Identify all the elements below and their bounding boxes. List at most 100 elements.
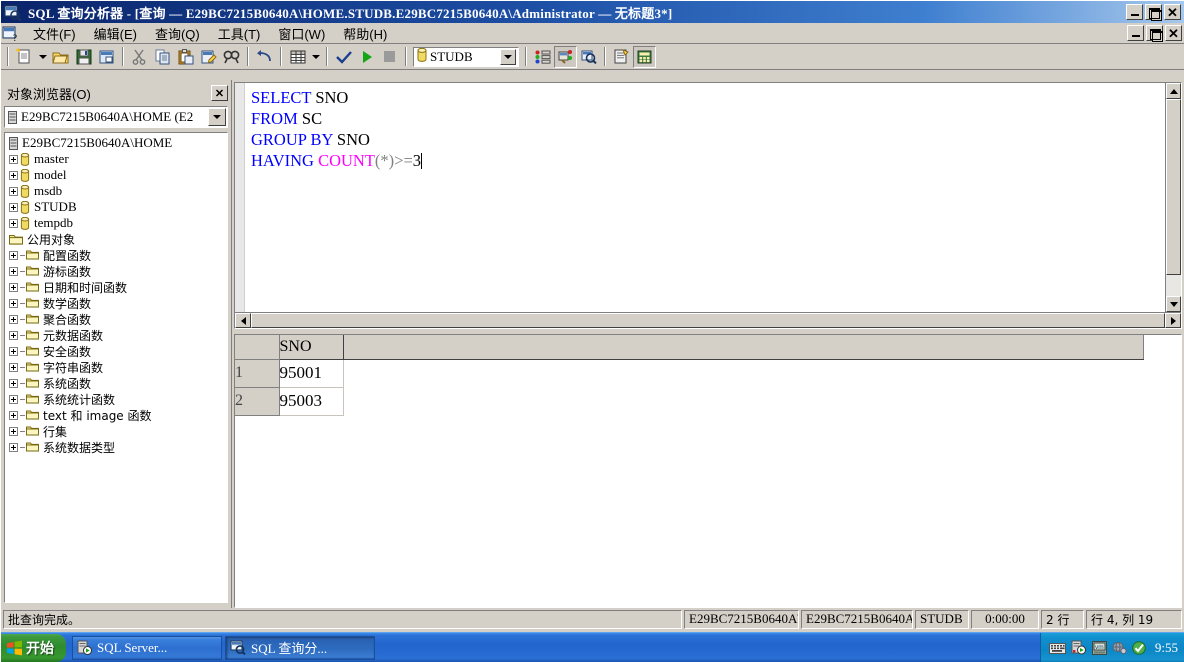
insert-template-icon[interactable]	[95, 46, 118, 68]
editor-horizontal-scrollbar[interactable]	[235, 312, 1181, 328]
close-button[interactable]: ✕	[1164, 4, 1181, 20]
database-combobox[interactable]: STUDB	[413, 46, 519, 67]
taskbar-item-sql-server[interactable]: SQL Server...	[72, 635, 222, 660]
tree-node-system-statistical-functions[interactable]: 系统统计函数	[7, 391, 227, 407]
tree-node-model[interactable]: model	[7, 167, 227, 183]
object-browser-close-icon[interactable]: ✕	[211, 85, 228, 101]
clear-window-icon[interactable]	[197, 46, 220, 68]
tree-node-tempdb[interactable]: tempdb	[7, 215, 227, 231]
paste-icon[interactable]	[174, 46, 197, 68]
index-tuning-wizard-icon[interactable]	[554, 45, 577, 68]
cut-icon[interactable]	[128, 46, 151, 68]
expander-icon[interactable]	[9, 442, 18, 452]
table-row[interactable]: 2 95003	[235, 387, 1143, 416]
cell-sno[interactable]: 95001	[279, 359, 344, 388]
expander-icon[interactable]	[9, 202, 18, 212]
row-header[interactable]: 2	[235, 387, 280, 416]
mdi-close-button[interactable]: ✕	[1165, 25, 1182, 41]
expander-icon[interactable]	[9, 218, 18, 228]
tree-node-system-datatypes[interactable]: 系统数据类型	[7, 439, 227, 455]
scroll-left-button[interactable]	[235, 313, 251, 328]
tree-node-common-objects[interactable]: 公用对象	[7, 231, 227, 247]
tree-node-datetime-functions[interactable]: 日期和时间函数	[7, 279, 227, 295]
object-tree[interactable]: E29BC7215B0640A\HOME master model msdb S…	[4, 132, 228, 603]
execute-query-icon[interactable]	[355, 46, 378, 68]
expander-icon[interactable]	[9, 170, 18, 180]
tree-node-studb[interactable]: STUDB	[7, 199, 227, 215]
expander-icon[interactable]	[9, 394, 18, 404]
menu-query[interactable]: 查询(Q)	[146, 22, 209, 45]
save-icon[interactable]	[72, 46, 95, 68]
scroll-track[interactable]	[1166, 99, 1181, 296]
parse-query-icon[interactable]	[332, 46, 355, 68]
expander-icon[interactable]	[9, 154, 18, 164]
menu-file[interactable]: 文件(F)	[24, 22, 85, 45]
open-file-icon[interactable]	[49, 46, 72, 68]
tree-node-cursor-functions[interactable]: 游标函数	[7, 263, 227, 279]
expander-icon[interactable]	[9, 266, 18, 276]
server-combobox[interactable]: E29BC7215B0640A\HOME (E2	[4, 106, 228, 128]
tree-node-msdb[interactable]: msdb	[7, 183, 227, 199]
expander-icon[interactable]	[9, 410, 18, 420]
sql-server-service-manager-icon[interactable]	[1071, 640, 1087, 655]
menu-tools[interactable]: 工具(T)	[209, 22, 270, 45]
expander-icon[interactable]	[9, 378, 18, 388]
expander-icon[interactable]	[9, 298, 18, 308]
sql-editor[interactable]: SELECT SNO FROM SC GROUP BY SNO HAVING C…	[245, 83, 1165, 312]
tree-node-metadata-functions[interactable]: 元数据函数	[7, 327, 227, 343]
find-icon[interactable]	[220, 46, 243, 68]
object-search-icon[interactable]	[633, 45, 656, 68]
new-query-icon[interactable]	[13, 46, 36, 68]
tree-node-text-image-functions[interactable]: text 和 image 函数	[7, 407, 227, 423]
copy-icon[interactable]	[151, 46, 174, 68]
tree-node-rowset[interactable]: 行集	[7, 423, 227, 439]
tree-node-system-functions[interactable]: 系统函数	[7, 375, 227, 391]
tree-node-string-functions[interactable]: 字符串函数	[7, 359, 227, 375]
expander-icon[interactable]	[9, 314, 18, 324]
keyboard-ime-icon[interactable]	[1048, 641, 1066, 654]
grid-corner-cell[interactable]	[235, 335, 280, 360]
start-button[interactable]: 开始	[1, 633, 66, 662]
tree-node-math-functions[interactable]: 数学函数	[7, 295, 227, 311]
tree-node-master[interactable]: master	[7, 151, 227, 167]
scroll-right-button[interactable]	[1165, 313, 1181, 328]
scroll-track-h[interactable]	[251, 313, 1165, 328]
expander-icon[interactable]	[9, 330, 18, 340]
results-grid-icon[interactable]	[286, 46, 309, 68]
scroll-thumb[interactable]	[1166, 99, 1181, 275]
tree-node-config-functions[interactable]: 配置函数	[7, 247, 227, 263]
taskbar-item-query-analyzer[interactable]: SQL 查询分...	[225, 635, 375, 660]
minimize-button[interactable]	[1126, 4, 1143, 20]
menu-window[interactable]: 窗口(W)	[269, 22, 334, 45]
scroll-up-button[interactable]	[1166, 83, 1181, 99]
expander-icon[interactable]	[9, 282, 18, 292]
expander-icon[interactable]	[9, 426, 18, 436]
table-row[interactable]: 1 95001	[235, 359, 1143, 388]
undo-icon[interactable]	[253, 46, 276, 68]
mdi-restore-button[interactable]	[1146, 25, 1163, 41]
tree-node-security-functions[interactable]: 安全函数	[7, 343, 227, 359]
expander-icon[interactable]	[9, 186, 18, 196]
server-dropdown-icon[interactable]	[208, 108, 226, 126]
scroll-thumb-h[interactable]	[251, 313, 1165, 328]
maximize-button[interactable]	[1145, 4, 1162, 20]
taskbar-clock[interactable]: 9:55	[1155, 640, 1178, 656]
show-execution-plan-icon[interactable]	[531, 46, 554, 68]
scroll-down-button[interactable]	[1166, 296, 1181, 312]
row-header[interactable]: 1	[235, 359, 280, 388]
results-grid[interactable]: SNO 1 95001 2 95003	[234, 334, 1182, 608]
mdi-minimize-button[interactable]	[1127, 25, 1144, 41]
document-icon[interactable]: ?	[2, 25, 20, 42]
tree-node-root[interactable]: E29BC7215B0640A\HOME	[7, 135, 227, 151]
menu-help[interactable]: 帮助(H)	[334, 22, 396, 45]
expander-icon[interactable]	[9, 346, 18, 356]
stop-query-icon[interactable]	[378, 46, 401, 68]
cell-sno[interactable]: 95003	[279, 387, 344, 416]
tree-node-aggregate-functions[interactable]: 聚合函数	[7, 311, 227, 327]
expander-icon[interactable]	[9, 362, 18, 372]
network-icon[interactable]	[1112, 641, 1127, 655]
expander-icon[interactable]	[9, 250, 18, 260]
update-icon[interactable]	[1132, 640, 1147, 655]
display-estimated-plan-icon[interactable]	[577, 46, 600, 68]
new-query-dropdown-icon[interactable]	[36, 46, 49, 68]
